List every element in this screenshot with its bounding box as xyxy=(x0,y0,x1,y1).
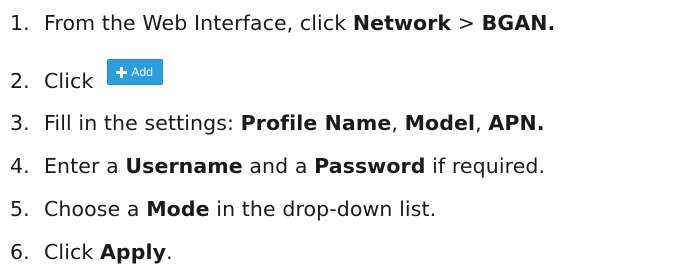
menu-bgan: BGAN. xyxy=(481,11,556,35)
step-text: , xyxy=(391,111,405,135)
step-3: 3. Fill in the settings: Profile Name, Mo… xyxy=(10,106,545,140)
plus-icon xyxy=(116,66,128,78)
step-text: > xyxy=(451,11,482,35)
step-4: 4. Enter a Username and a Password if req… xyxy=(10,149,545,183)
step-text: . xyxy=(166,240,173,264)
field-username: Username xyxy=(125,154,243,178)
step-6: 6. Click Apply. xyxy=(10,235,173,269)
step-text: Fill in the settings: xyxy=(44,111,241,135)
step-2: 2. Click Add xyxy=(10,59,164,98)
step-text: , xyxy=(475,111,489,135)
step-text: Click xyxy=(44,69,94,93)
instruction-steps: 1. From the Web Interface, click Network … xyxy=(0,0,680,267)
step-number: 1. xyxy=(10,11,30,35)
step-text: Choose a xyxy=(44,197,147,221)
step-number: 3. xyxy=(10,111,30,135)
step-text: if required. xyxy=(425,154,546,178)
step-text: From the Web Interface, click xyxy=(44,11,353,35)
step-text: Click xyxy=(44,240,100,264)
apply-label: Apply xyxy=(99,240,167,264)
add-button-label: Add xyxy=(131,65,154,79)
step-number: 6. xyxy=(10,240,30,264)
step-text: in the drop-down list. xyxy=(209,197,437,221)
field-profile-name: Profile Name xyxy=(240,111,392,135)
step-text: and a xyxy=(242,154,315,178)
add-button[interactable]: Add xyxy=(107,59,164,85)
menu-network: Network xyxy=(352,11,452,35)
field-apn: APN. xyxy=(488,111,545,135)
step-1: 1. From the Web Interface, click Network … xyxy=(10,6,555,40)
step-text: Enter a xyxy=(44,154,126,178)
step-number: 2. xyxy=(10,69,30,93)
step-number: 5. xyxy=(10,197,30,221)
field-password: Password xyxy=(314,154,426,178)
field-model: Model xyxy=(404,111,476,135)
field-mode: Mode xyxy=(146,197,210,221)
step-5: 5. Choose a Mode in the drop-down list. xyxy=(10,192,436,226)
step-number: 4. xyxy=(10,154,30,178)
